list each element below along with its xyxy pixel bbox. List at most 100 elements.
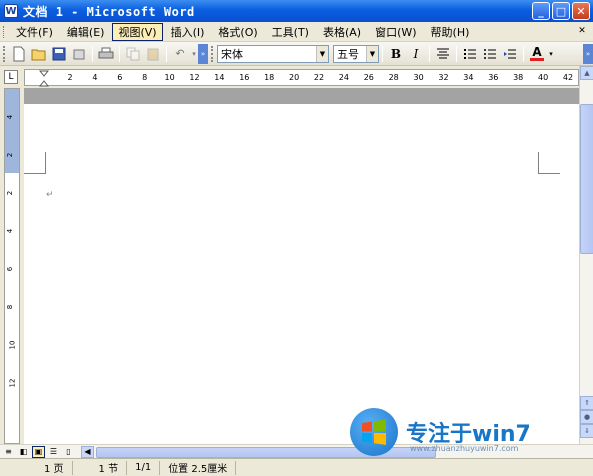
- print-layout-icon[interactable]: ▣: [32, 445, 45, 458]
- document-page[interactable]: ↵: [24, 104, 579, 444]
- toolbar-options-icon[interactable]: »: [583, 43, 593, 64]
- ruler-mark: 32: [438, 73, 449, 82]
- crop-mark-top-left: [24, 152, 46, 174]
- undo-icon[interactable]: ↶: [170, 44, 190, 64]
- undo-dropdown-icon[interactable]: ▾: [190, 44, 198, 64]
- permission-icon[interactable]: [69, 44, 89, 64]
- status-page: 1 页: [0, 460, 73, 475]
- horizontal-ruler[interactable]: 2 4 6 8 10 12 14 16 18 20 22 24 26 28 30 32 34 36 38 40 42: [24, 69, 579, 87]
- vertical-ruler-mark: 8: [6, 304, 15, 310]
- ruler-mark: 38: [513, 73, 524, 82]
- paste-icon[interactable]: [143, 44, 163, 64]
- minimize-button[interactable]: _: [532, 2, 550, 20]
- font-size-value: 五号: [337, 47, 359, 61]
- status-section: 1 节: [73, 460, 128, 475]
- word-app-icon[interactable]: W: [4, 4, 18, 18]
- vertical-ruler-mark: 2: [6, 190, 15, 196]
- bold-button[interactable]: B: [386, 44, 406, 64]
- title-bar[interactable]: W 文档 1 - Microsoft Word _ □ ✕: [0, 0, 593, 22]
- vertical-scroll-thumb[interactable]: [580, 104, 593, 254]
- vertical-ruler-mark: 6: [6, 266, 15, 272]
- open-folder-icon[interactable]: [29, 44, 49, 64]
- ruler-mark: 16: [239, 73, 250, 82]
- menu-help[interactable]: 帮助(H): [425, 23, 476, 41]
- status-page-count: 1/1: [127, 460, 161, 475]
- windows-logo-icon: [350, 408, 398, 456]
- maximize-button[interactable]: □: [552, 2, 570, 20]
- menu-bar: 文件(F) 编辑(E) 视图(V) 插入(I) 格式(O) 工具(T) 表格(A…: [0, 22, 593, 42]
- formatting-toolbar-grip[interactable]: [211, 45, 214, 62]
- font-size-combo[interactable]: 五号 ▼: [333, 44, 379, 63]
- crop-mark-top-right: [538, 152, 560, 174]
- chevron-down-icon[interactable]: ▼: [316, 45, 328, 62]
- scroll-left-icon[interactable]: ◀: [81, 445, 94, 458]
- ruler-mark: 28: [388, 73, 399, 82]
- increase-indent-icon[interactable]: [500, 44, 520, 64]
- reading-layout-icon[interactable]: ▯: [62, 446, 75, 458]
- italic-button[interactable]: I: [406, 44, 426, 64]
- font-color-button[interactable]: A: [527, 44, 547, 64]
- normal-view-icon[interactable]: ≡: [2, 446, 15, 458]
- bullets-icon[interactable]: [480, 44, 500, 64]
- toolbar-grip[interactable]: [3, 45, 6, 62]
- numbering-icon[interactable]: [460, 44, 480, 64]
- menu-file[interactable]: 文件(F): [10, 23, 59, 41]
- font-color-dropdown-icon[interactable]: ▾: [547, 44, 555, 64]
- document-close-icon[interactable]: ✕: [575, 25, 589, 37]
- ruler-mark: 12: [189, 73, 200, 82]
- copy-icon[interactable]: [123, 44, 143, 64]
- status-bar: 1 页 1 节 1/1 位置 2.5厘米: [0, 458, 593, 476]
- save-icon[interactable]: [49, 44, 69, 64]
- vertical-ruler-mark: 10: [8, 340, 17, 350]
- ruler-mark: 22: [313, 73, 325, 82]
- ruler-mark: 2: [67, 73, 73, 82]
- web-layout-icon[interactable]: ◧: [17, 446, 30, 458]
- scroll-up-icon[interactable]: ▲: [580, 66, 593, 80]
- print-icon[interactable]: [96, 44, 116, 64]
- menu-tools[interactable]: 工具(T): [266, 23, 315, 41]
- toolbar-options-icon[interactable]: »: [198, 43, 208, 64]
- indent-marker-icon[interactable]: [39, 70, 49, 87]
- toolbar-separator: [382, 45, 383, 62]
- status-position: 位置 2.5厘米: [160, 460, 237, 475]
- toolbar-separator: [523, 45, 524, 62]
- vertical-ruler-mark: 12: [8, 378, 17, 388]
- ruler-mark: 36: [488, 73, 499, 82]
- font-color-swatch: [530, 58, 544, 61]
- ruler-mark: 18: [264, 73, 275, 82]
- menu-window[interactable]: 窗口(W): [369, 23, 422, 41]
- word-window: W 文档 1 - Microsoft Word _ □ ✕ 文件(F) 编辑(E…: [0, 0, 593, 476]
- menubar-grip[interactable]: [3, 25, 6, 38]
- chevron-down-icon[interactable]: ▼: [366, 45, 378, 62]
- new-document-icon[interactable]: [9, 44, 29, 64]
- vertical-ruler-mark: 2: [6, 152, 15, 158]
- watermark: 专注于win7 www.zhuanzhuyuwin7.com: [350, 404, 585, 460]
- vertical-ruler-mark: 4: [6, 228, 15, 234]
- ruler-mark: 6: [117, 73, 123, 82]
- menu-view[interactable]: 视图(V): [112, 22, 163, 41]
- toolbar: ↶ ▾ » 宋体 ▼ 五号 ▼ B I A ▾ »: [0, 42, 593, 66]
- menu-format[interactable]: 格式(O): [212, 23, 263, 41]
- font-name-value: 宋体: [221, 47, 243, 61]
- window-title: 文档 1 - Microsoft Word: [23, 4, 195, 19]
- menu-table[interactable]: 表格(A): [317, 23, 367, 41]
- ruler-mark: 10: [164, 73, 175, 82]
- paragraph-mark: ↵: [46, 190, 54, 200]
- font-color-label: A: [532, 45, 542, 59]
- close-button[interactable]: ✕: [572, 2, 590, 20]
- watermark-url: www.zhuanzhuyuwin7.com: [410, 444, 519, 453]
- tab-selector-icon[interactable]: L: [4, 70, 18, 84]
- ruler-mark: 30: [413, 73, 424, 82]
- menu-insert[interactable]: 插入(I): [165, 23, 211, 41]
- align-center-icon[interactable]: [433, 44, 453, 64]
- ruler-mark: 8: [142, 73, 148, 82]
- vertical-scrollbar[interactable]: ▲ ⇑ ● ⇓: [579, 66, 593, 444]
- toolbar-separator: [456, 45, 457, 62]
- ruler-mark: 26: [363, 73, 374, 82]
- toolbar-separator: [166, 45, 167, 62]
- ruler-mark: 42: [562, 73, 574, 82]
- menu-edit[interactable]: 编辑(E): [61, 23, 111, 41]
- vertical-ruler[interactable]: 4 2 2 4 6 8 10 12: [4, 88, 20, 444]
- font-name-combo[interactable]: 宋体 ▼: [217, 44, 329, 63]
- outline-view-icon[interactable]: ☰: [47, 446, 60, 458]
